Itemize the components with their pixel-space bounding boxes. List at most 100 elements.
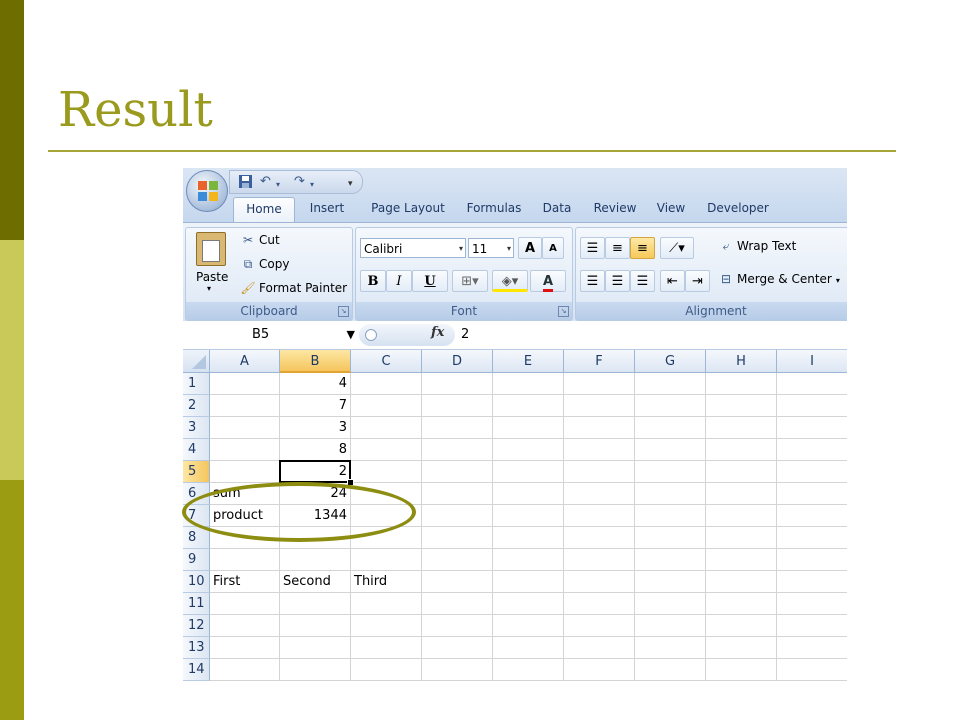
cell-i9[interactable] bbox=[777, 549, 847, 571]
cell-h6[interactable] bbox=[706, 483, 777, 505]
italic-button[interactable]: I bbox=[386, 270, 412, 292]
cell-c5[interactable] bbox=[351, 461, 422, 483]
cell-a2[interactable] bbox=[210, 395, 280, 417]
align-bottom-button[interactable]: ≡ bbox=[630, 237, 655, 259]
cell-c1[interactable] bbox=[351, 373, 422, 395]
cell-d11[interactable] bbox=[422, 593, 493, 615]
cut-button[interactable]: ✂ Cut bbox=[240, 233, 280, 247]
redo-dropdown-icon[interactable]: ▾ bbox=[310, 177, 314, 193]
cell-i14[interactable] bbox=[777, 659, 847, 681]
column-header-e[interactable]: E bbox=[493, 350, 564, 373]
wrap-text-button[interactable]: ⤶ Wrap Text bbox=[718, 239, 797, 254]
cell-h10[interactable] bbox=[706, 571, 777, 593]
cell-c14[interactable] bbox=[351, 659, 422, 681]
cell-g11[interactable] bbox=[635, 593, 706, 615]
cell-b10[interactable]: Second bbox=[280, 571, 351, 593]
cell-b1[interactable]: 4 bbox=[280, 373, 351, 395]
cell-h11[interactable] bbox=[706, 593, 777, 615]
cell-f12[interactable] bbox=[564, 615, 635, 637]
cell-d12[interactable] bbox=[422, 615, 493, 637]
expand-formula-icon[interactable] bbox=[365, 329, 377, 341]
tab-review[interactable]: Review bbox=[585, 197, 645, 222]
cell-c12[interactable] bbox=[351, 615, 422, 637]
cell-e13[interactable] bbox=[493, 637, 564, 659]
cell-f6[interactable] bbox=[564, 483, 635, 505]
cell-d6[interactable] bbox=[422, 483, 493, 505]
office-button[interactable] bbox=[186, 170, 228, 212]
formula-input[interactable]: 2 bbox=[461, 324, 469, 346]
cell-h4[interactable] bbox=[706, 439, 777, 461]
cell-f11[interactable] bbox=[564, 593, 635, 615]
cell-d13[interactable] bbox=[422, 637, 493, 659]
column-header-a[interactable]: A bbox=[210, 350, 280, 373]
cell-i6[interactable] bbox=[777, 483, 847, 505]
align-middle-button[interactable]: ≡ bbox=[605, 237, 630, 259]
cell-a14[interactable] bbox=[210, 659, 280, 681]
row-header-9[interactable]: 9 bbox=[183, 549, 210, 571]
cell-h2[interactable] bbox=[706, 395, 777, 417]
save-icon[interactable] bbox=[238, 174, 253, 194]
row-header-11[interactable]: 11 bbox=[183, 593, 210, 615]
cell-h7[interactable] bbox=[706, 505, 777, 527]
cell-g7[interactable] bbox=[635, 505, 706, 527]
cell-h13[interactable] bbox=[706, 637, 777, 659]
align-center-button[interactable]: ☰ bbox=[605, 270, 630, 292]
column-header-h[interactable]: H bbox=[706, 350, 777, 373]
cell-e14[interactable] bbox=[493, 659, 564, 681]
cell-i11[interactable] bbox=[777, 593, 847, 615]
cell-e7[interactable] bbox=[493, 505, 564, 527]
shrink-font-button[interactable]: A bbox=[542, 237, 564, 259]
row-header-14[interactable]: 14 bbox=[183, 659, 210, 681]
tab-page-layout[interactable]: Page Layout bbox=[361, 197, 455, 222]
cell-i12[interactable] bbox=[777, 615, 847, 637]
cell-d1[interactable] bbox=[422, 373, 493, 395]
cell-i10[interactable] bbox=[777, 571, 847, 593]
cell-h9[interactable] bbox=[706, 549, 777, 571]
cell-h14[interactable] bbox=[706, 659, 777, 681]
cell-g13[interactable] bbox=[635, 637, 706, 659]
bold-button[interactable]: B bbox=[360, 270, 386, 292]
cell-g6[interactable] bbox=[635, 483, 706, 505]
cell-f1[interactable] bbox=[564, 373, 635, 395]
cell-e2[interactable] bbox=[493, 395, 564, 417]
row-header-4[interactable]: 4 bbox=[183, 439, 210, 461]
cell-g14[interactable] bbox=[635, 659, 706, 681]
cell-a4[interactable] bbox=[210, 439, 280, 461]
cell-h5[interactable] bbox=[706, 461, 777, 483]
cell-g3[interactable] bbox=[635, 417, 706, 439]
increase-indent-button[interactable]: ⇥ bbox=[685, 270, 710, 292]
tab-data[interactable]: Data bbox=[533, 197, 581, 222]
cell-c2[interactable] bbox=[351, 395, 422, 417]
cell-d5[interactable] bbox=[422, 461, 493, 483]
clipboard-launcher-icon[interactable]: ↘ bbox=[338, 306, 349, 317]
cell-i8[interactable] bbox=[777, 527, 847, 549]
cell-f14[interactable] bbox=[564, 659, 635, 681]
cell-f4[interactable] bbox=[564, 439, 635, 461]
cell-a10[interactable]: First bbox=[210, 571, 280, 593]
tab-insert[interactable]: Insert bbox=[297, 197, 357, 222]
cell-a1[interactable] bbox=[210, 373, 280, 395]
cell-g9[interactable] bbox=[635, 549, 706, 571]
select-all-button[interactable] bbox=[183, 350, 210, 373]
cell-f5[interactable] bbox=[564, 461, 635, 483]
cell-h8[interactable] bbox=[706, 527, 777, 549]
cell-a5[interactable] bbox=[210, 461, 280, 483]
format-painter-button[interactable]: 🖌 Format Painter bbox=[240, 281, 347, 295]
cell-c13[interactable] bbox=[351, 637, 422, 659]
fill-color-button[interactable]: ◈▾ bbox=[492, 270, 528, 292]
cell-c11[interactable] bbox=[351, 593, 422, 615]
insert-function-button[interactable]: fx bbox=[431, 325, 444, 340]
cell-b5[interactable]: 2 bbox=[280, 461, 351, 483]
cell-i5[interactable] bbox=[777, 461, 847, 483]
cell-d2[interactable] bbox=[422, 395, 493, 417]
cell-b11[interactable] bbox=[280, 593, 351, 615]
cell-g12[interactable] bbox=[635, 615, 706, 637]
font-name-combo[interactable]: Calibri ▾ bbox=[360, 238, 466, 258]
align-right-button[interactable]: ☰ bbox=[630, 270, 655, 292]
cell-e12[interactable] bbox=[493, 615, 564, 637]
row-header-2[interactable]: 2 bbox=[183, 395, 210, 417]
column-header-b[interactable]: B bbox=[280, 350, 351, 373]
font-size-combo[interactable]: 11 ▾ bbox=[468, 238, 514, 258]
cell-b4[interactable]: 8 bbox=[280, 439, 351, 461]
column-header-c[interactable]: C bbox=[351, 350, 422, 373]
